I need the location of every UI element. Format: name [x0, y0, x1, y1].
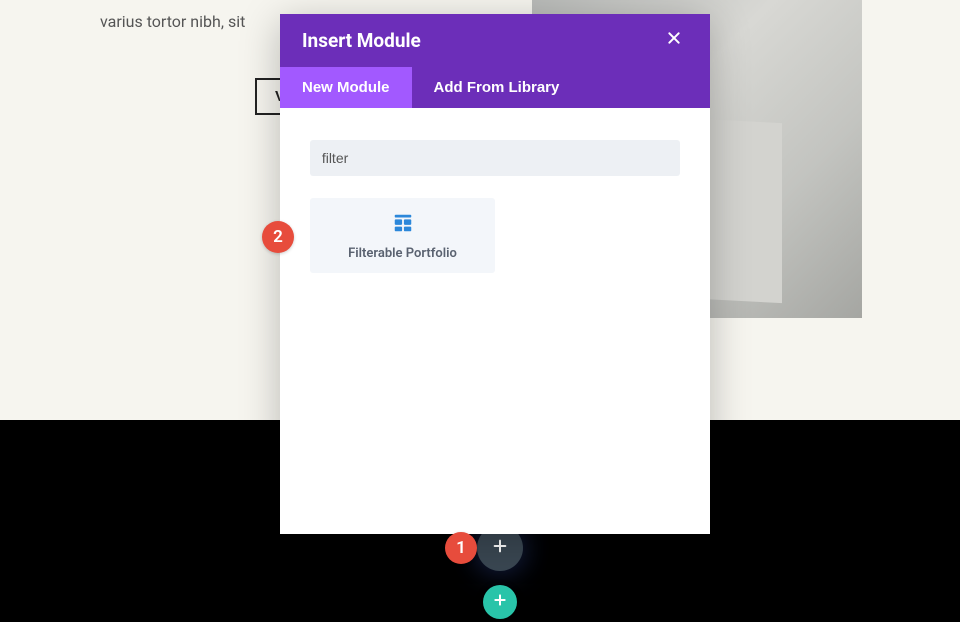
modal-body: Filterable Portfolio [280, 108, 710, 534]
close-icon [666, 30, 682, 50]
plus-icon [492, 592, 508, 612]
annotation-marker-1: 1 [445, 532, 477, 564]
plus-icon [492, 538, 508, 558]
modal-header: Insert Module [280, 14, 710, 67]
modal-title: Insert Module [302, 29, 421, 52]
body-text-fragment: varius tortor nibh, sit [100, 12, 245, 31]
tab-new-module[interactable]: New Module [280, 67, 412, 108]
close-button[interactable] [660, 28, 688, 53]
modal-tabs: New Module Add From Library [280, 67, 710, 108]
grid-icon [318, 212, 487, 238]
module-tile-filterable-portfolio[interactable]: Filterable Portfolio [310, 198, 495, 273]
annotation-marker-2: 2 [262, 221, 294, 253]
add-section-button[interactable] [483, 585, 517, 619]
tab-add-from-library[interactable]: Add From Library [412, 67, 582, 108]
module-search-input[interactable] [310, 140, 680, 176]
module-tile-label: Filterable Portfolio [318, 246, 487, 261]
insert-module-modal: Insert Module New Module Add From Librar… [280, 14, 710, 534]
